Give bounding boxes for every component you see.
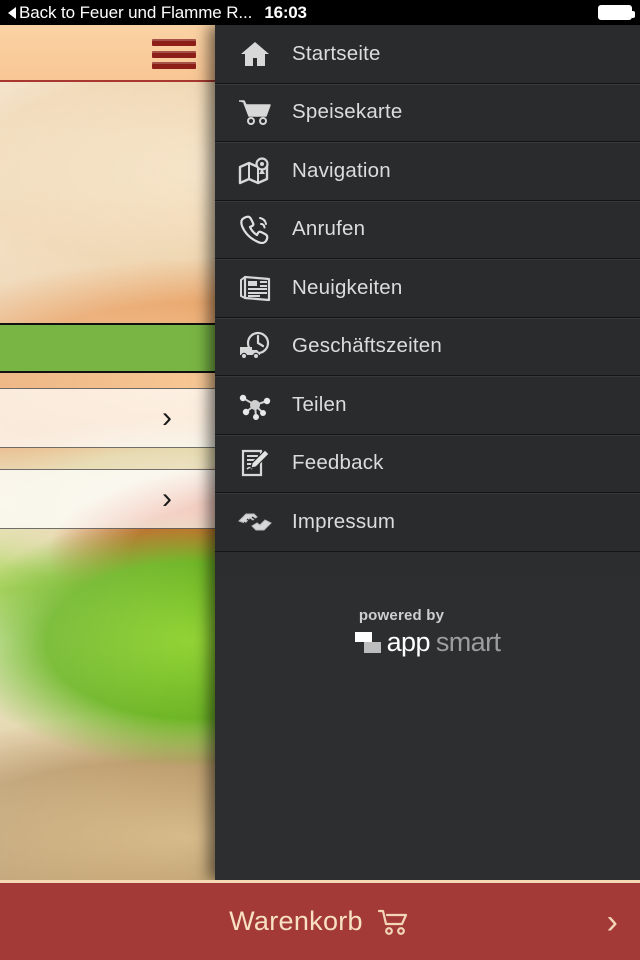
menu-item-geschaeftszeiten[interactable]: Geschäftszeiten <box>215 317 640 376</box>
menu-item-feedback[interactable]: Feedback <box>215 434 640 493</box>
menu-item-label: Feedback <box>292 451 384 475</box>
menu-item-label: Geschäftszeiten <box>292 334 442 358</box>
status-bar-back-label: Back to Feuer und Flamme R... <box>19 2 253 22</box>
share-nodes-icon <box>232 390 278 420</box>
status-bar-back-link[interactable]: Back to Feuer und Flamme R... <box>8 3 252 23</box>
appsmart-logo-icon: powered by app smart <box>215 607 640 658</box>
home-icon <box>232 40 278 68</box>
menu-item-teilen[interactable]: Teilen <box>215 376 640 435</box>
menu-item-navigation[interactable]: Navigation <box>215 142 640 201</box>
brand-name-secondary: smart <box>435 627 501 657</box>
menu-item-label: Impressum <box>292 509 396 533</box>
status-bar-time: 16:03 <box>264 2 307 22</box>
battery-full-icon <box>598 5 635 20</box>
menu-item-anrufen[interactable]: Anrufen <box>215 200 640 259</box>
handshake-icon <box>232 509 278 535</box>
map-pin-icon <box>232 157 278 185</box>
menu-item-label: Teilen <box>292 392 347 416</box>
edit-document-icon <box>232 448 278 478</box>
triangle-left-icon <box>8 6 16 19</box>
brand-name-primary: app <box>386 627 431 657</box>
chevron-right-icon[interactable]: › <box>607 905 618 939</box>
side-menu-list: Startseite Speisekarte Navigation Anrufe… <box>215 25 640 552</box>
cart-bar-label: Warenkorb <box>229 906 363 936</box>
menu-item-startseite[interactable]: Startseite <box>215 25 640 84</box>
phone-icon <box>232 214 278 245</box>
clock-truck-icon <box>232 331 278 361</box>
chevron-right-icon: › <box>162 401 172 434</box>
side-menu-panel: Startseite Speisekarte Navigation Anrufe… <box>215 25 640 880</box>
status-bar-right <box>598 5 635 20</box>
appsmart-mark-icon <box>354 631 381 655</box>
menu-item-label: Startseite <box>292 41 381 65</box>
menu-item-label: Navigation <box>292 158 391 182</box>
menu-item-impressum[interactable]: Impressum <box>215 493 640 552</box>
cart-bar[interactable]: Warenkorb › <box>0 880 640 960</box>
menu-item-label: Neuigkeiten <box>292 275 403 299</box>
newspaper-icon <box>232 274 278 302</box>
menu-item-speisekarte[interactable]: Speisekarte <box>215 83 640 142</box>
shopping-cart-icon <box>232 98 278 126</box>
powered-by-label: powered by <box>358 607 445 624</box>
chevron-right-icon: › <box>162 482 172 515</box>
hamburger-icon[interactable] <box>152 39 196 69</box>
menu-item-label: Anrufen <box>292 217 366 241</box>
status-bar: Back to Feuer und Flamme R... 16:03 <box>0 0 640 25</box>
shopping-cart-icon <box>377 907 411 937</box>
app-screen: Back to Feuer und Flamme R... 16:03 › › <box>0 0 640 960</box>
menu-item-neuigkeiten[interactable]: Neuigkeiten <box>215 259 640 318</box>
menu-footer: powered by app smart <box>215 577 640 880</box>
menu-item-label: Speisekarte <box>292 100 403 124</box>
